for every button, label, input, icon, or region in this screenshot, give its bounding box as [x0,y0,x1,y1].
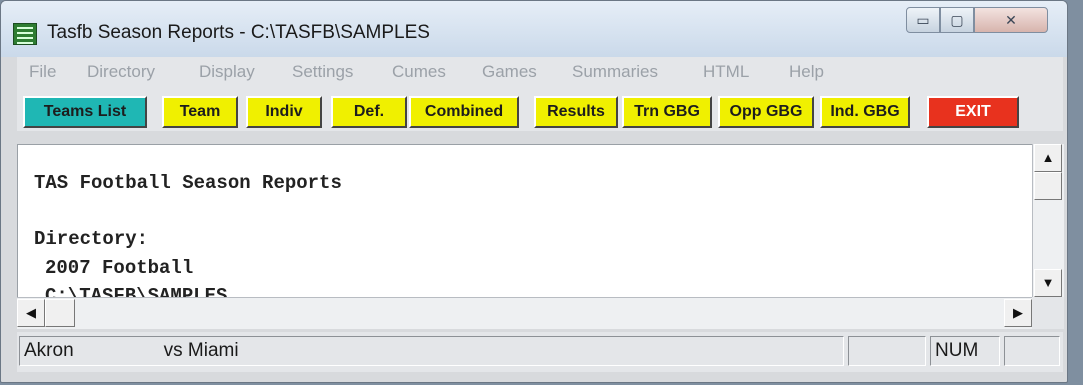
window-title: Tasfb Season Reports - C:\TASFB\SAMPLES [47,22,430,43]
team-button[interactable]: Team [162,96,238,128]
combined-button[interactable]: Combined [409,96,519,128]
status-pane-3 [848,336,926,366]
scroll-up-icon[interactable]: ▲ [1034,144,1062,172]
app-icon [13,23,37,45]
scroll-left-icon[interactable]: ◀ [17,299,45,327]
indiv-button[interactable]: Indiv [246,96,322,128]
close-button[interactable]: ✕ [974,7,1048,33]
menu-games[interactable]: Games [482,62,537,82]
status-num-indicator: NUM [930,336,1000,366]
menu-display[interactable]: Display [199,62,255,82]
status-pane-5 [1004,336,1060,366]
title-bar[interactable]: Tasfb Season Reports - C:\TASFB\SAMPLES … [1,1,1067,57]
def-button[interactable]: Def. [331,96,407,128]
minimize-button[interactable]: ▭ [906,7,940,33]
status-bar: Akron vs Miami NUM [17,332,1063,372]
menu-directory[interactable]: Directory [87,62,155,82]
report-view[interactable]: TAS Football Season Reports Directory: 2… [17,144,1033,298]
ind-gbg-button[interactable]: Ind. GBG [820,96,910,128]
season-name: 2007 Football [45,257,194,279]
menu-cumes[interactable]: Cumes [392,62,446,82]
menu-html[interactable]: HTML [703,62,749,82]
scrollbar-corner [1032,297,1064,329]
teams-list-button[interactable]: Teams List [23,96,147,128]
vertical-scrollbar[interactable]: ▲ ▼ [1032,144,1064,297]
status-pane-matchup: Akron vs Miami [19,336,844,366]
app-window: Tasfb Season Reports - C:\TASFB\SAMPLES … [0,0,1068,383]
status-opponent: vs Miami [163,340,239,361]
report-heading: TAS Football Season Reports [34,172,342,194]
menu-bar: File Directory Display Settings Cumes Ga… [17,57,1063,87]
directory-label: Directory: [34,228,149,250]
toolbar: Teams List Team Indiv Def. Combined Resu… [17,87,1063,131]
horizontal-scroll-thumb[interactable] [45,299,75,327]
exit-button[interactable]: EXIT [927,96,1019,128]
menu-summaries[interactable]: Summaries [572,62,658,82]
menu-file[interactable]: File [29,62,56,82]
menu-settings[interactable]: Settings [292,62,353,82]
vertical-scroll-thumb[interactable] [1034,172,1062,200]
maximize-button[interactable]: ▢ [940,7,974,33]
scroll-down-icon[interactable]: ▼ [1034,269,1062,297]
menu-help[interactable]: Help [789,62,824,82]
horizontal-scrollbar[interactable]: ◀ ▶ [17,297,1032,329]
opp-gbg-button[interactable]: Opp GBG [718,96,814,128]
scroll-right-icon[interactable]: ▶ [1004,299,1032,327]
team-gbg-button[interactable]: Trn GBG [622,96,712,128]
status-team: Akron [24,340,74,361]
results-button[interactable]: Results [534,96,618,128]
